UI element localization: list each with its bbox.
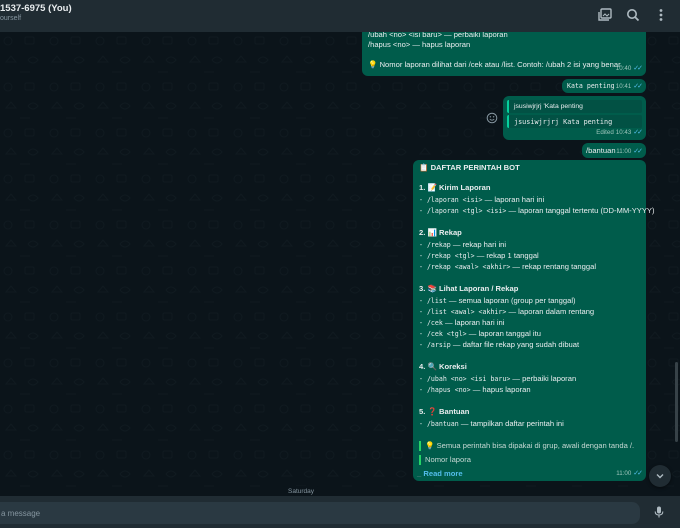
quote-text: jsusiwjrjrj Kata penting — [514, 118, 613, 126]
help-item: - /list <awal> <akhir> — laporan dalam r… — [419, 307, 595, 316]
message-bubble-bantuan[interactable]: /bantuan 11:00 ✓✓ — [582, 143, 646, 158]
read-receipt-icon: ✓✓ — [633, 148, 643, 155]
help-section-heading: 4. 🔍 Koreksi — [419, 362, 467, 371]
read-receipt-icon: ✓✓ — [633, 129, 643, 136]
quote-text: jsusiwjrjrj 'Kata penting — [514, 103, 583, 110]
help-note: 💡 Semua perintah bisa dipakai di grup, a… — [419, 441, 634, 451]
message-meta: 10:41 ✓✓ — [615, 82, 643, 92]
help-item: - /rekap <tgl> — rekap 1 tanggal — [419, 251, 539, 260]
help-title: 📋 DAFTAR PERINTAH BOT — [419, 163, 520, 172]
help-section-heading: 1. 📝 Kirim Laporan — [419, 183, 491, 192]
help-section-heading: 2. 📊 Rekap — [419, 228, 462, 237]
message-bubble-help-list[interactable]: 📋 DAFTAR PERINTAH BOT 1. 📝 Kirim Laporan… — [413, 160, 654, 481]
chat-area[interactable]: /ubah <no> <isi baru> — perbaiki laporan… — [0, 32, 680, 496]
help-item: - /ubah <no> <isi baru> — perbaiki lapor… — [419, 374, 577, 383]
quote-block: jsusiwjrjrj Kata penting — [507, 115, 642, 128]
mic-icon[interactable] — [652, 505, 666, 519]
read-more-link[interactable]: _ Read more — [417, 469, 463, 479]
message-time: 10:41 — [615, 83, 632, 90]
menu-icon[interactable] — [653, 7, 669, 23]
message-meta: 10:40 ✓✓ — [615, 64, 643, 74]
chevron-down-icon — [656, 474, 664, 479]
message-input[interactable] — [0, 502, 640, 524]
message-time: 11:00 — [616, 470, 632, 477]
message-bubble-kata-penting[interactable]: Kata penting 10:41 ✓✓ — [562, 79, 646, 93]
message-bubble-quotes[interactable]: jsusiwjrjrj 'Kata penting jsusiwjrjrj Ka… — [503, 96, 646, 140]
emoji-react-icon[interactable] — [486, 112, 498, 124]
message-meta: 11:00 ✓✓ — [616, 469, 643, 479]
gallery-icon[interactable] — [597, 7, 613, 23]
message-line: /ubah <no> <isi baru> — perbaiki laporan — [368, 32, 508, 39]
message-time: 10:43 — [615, 129, 632, 136]
help-item: - /rekap <awal> <akhir> — rekap rentang … — [419, 262, 597, 271]
scrollbar-thumb[interactable] — [675, 362, 678, 442]
search-icon[interactable] — [625, 7, 641, 23]
read-receipt-icon: ✓✓ — [633, 83, 643, 90]
message-time: 10:40 — [615, 65, 632, 72]
message-line: /hapus <no> — hapus laporan — [368, 40, 471, 49]
chat-title[interactable]: 1537-6975 (You) — [0, 3, 72, 14]
help-item: - /hapus <no> — hapus laporan — [419, 385, 531, 394]
message-line: 💡 Nomor laporan dilihat dari /cek atau /… — [368, 60, 621, 69]
chat-header: 1537-6975 (You) ourself — [0, 0, 680, 32]
help-section-heading: 3. 📚 Lihat Laporan / Rekap — [419, 284, 519, 293]
message-text: Kata penting — [567, 82, 615, 90]
quote-block: jsusiwjrjrj 'Kata penting — [507, 100, 642, 113]
message-bubble-commands-tail[interactable]: /ubah <no> <isi baru> — perbaiki laporan… — [362, 32, 646, 76]
message-time: 11:00 — [616, 148, 632, 155]
message-meta: 11:00 ✓✓ — [616, 147, 643, 157]
message-text: /bantuan — [586, 146, 616, 155]
read-receipt-icon: ✓✓ — [633, 470, 643, 477]
scroll-down-button[interactable] — [649, 465, 671, 487]
help-section-heading: 5. ❓ Bantuan — [419, 407, 470, 416]
read-receipt-icon: ✓✓ — [633, 65, 643, 72]
message-meta: Edited 10:43 ✓✓ — [596, 128, 643, 138]
help-item: - /list — semua laporan (group per tangg… — [419, 296, 576, 305]
help-item: - /rekap — rekap hari ini — [419, 240, 507, 249]
composer-bar — [0, 496, 680, 528]
help-note: Nomor lapora — [419, 455, 471, 465]
help-item: - /bantuan — tampilkan daftar perintah i… — [419, 419, 564, 428]
help-item: - /laporan <tgl> <isi> — laporan tanggal… — [419, 206, 655, 215]
help-item: - /arsip — daftar file rekap yang sudah … — [419, 340, 580, 349]
help-item: - /cek <tgl> — laporan tanggal itu — [419, 329, 541, 338]
edited-label: Edited — [596, 129, 614, 136]
help-item: - /cek — laporan hari ini — [419, 318, 505, 327]
help-item: - /laporan <isi> — laporan hari ini — [419, 195, 545, 204]
chat-subtitle: ourself — [0, 15, 22, 22]
